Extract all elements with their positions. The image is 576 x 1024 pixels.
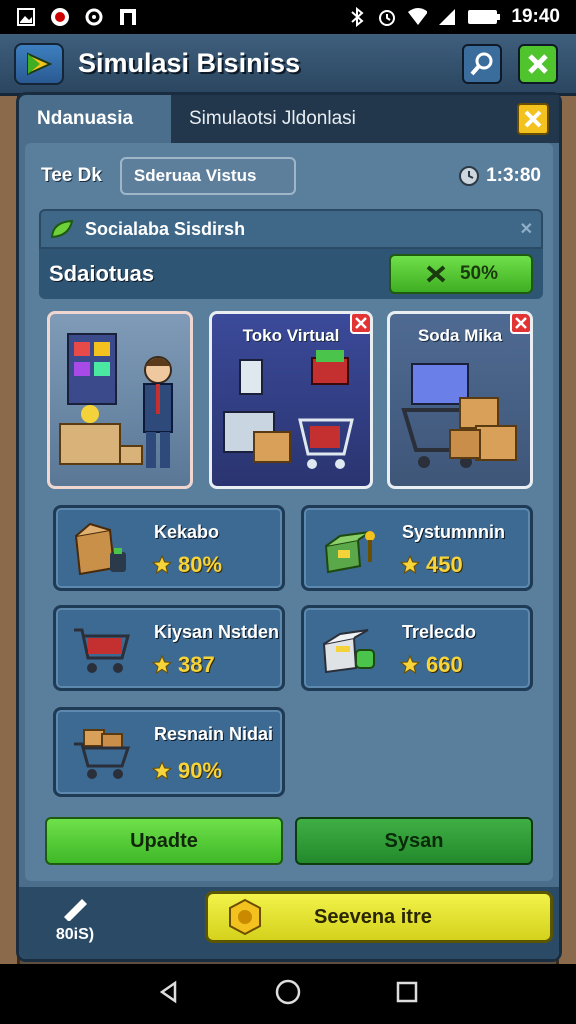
- card-title: Soda Mika: [417, 326, 503, 345]
- leaf-icon: [50, 219, 74, 239]
- star-icon: [400, 655, 420, 675]
- tile-title: Kekabo: [154, 522, 220, 542]
- close-icon: [355, 317, 367, 329]
- tile-value: 387: [152, 652, 215, 678]
- crate-icon: [322, 629, 375, 674]
- gallery-icon: [16, 7, 36, 27]
- main-action-button[interactable]: Seevena itre: [205, 891, 553, 943]
- update-button[interactable]: Upadte: [45, 817, 283, 865]
- tile-systumnnin[interactable]: Systumnnin 450: [301, 505, 533, 591]
- recents-icon[interactable]: [395, 980, 419, 1008]
- tab-simulasi[interactable]: Simulaotsi Jldonlasi: [171, 95, 559, 143]
- virtual-store-illustration: [223, 350, 354, 469]
- timer-value: 1:3:80: [486, 165, 541, 186]
- tile-value: 80%: [152, 552, 222, 578]
- package-icon: [324, 531, 375, 574]
- close-icon: [515, 317, 527, 329]
- close-icon: [524, 110, 542, 128]
- card-close-button[interactable]: [510, 314, 530, 334]
- tile-value-text: 450: [426, 552, 463, 577]
- tile-value-text: 387: [178, 652, 215, 677]
- app-title: Simulasi Bisiniss: [78, 48, 301, 78]
- main-panel: Ndanuasia Simulaotsi Jldonlasi Tee Dk Sd…: [16, 92, 562, 962]
- star-icon: [152, 655, 172, 675]
- signal-icon: [437, 7, 457, 27]
- businessman-illustration: [59, 333, 173, 468]
- tile-kiysan-nstden[interactable]: Kiysan Nstden 387: [53, 605, 285, 691]
- search-button[interactable]: [462, 44, 502, 84]
- panel-close-button[interactable]: [517, 103, 549, 135]
- tools-icon: [426, 265, 446, 283]
- dropdown-label: Socialaba Sisdirsh: [85, 218, 246, 239]
- toolbar-row: Tee Dk Sderuaa Vistus 1:3:80: [41, 155, 541, 197]
- tile-value-text: 80%: [178, 552, 223, 577]
- box-icon: [74, 522, 126, 576]
- content-area: Tee Dk Sderuaa Vistus 1:3:80 Socialaba S…: [25, 143, 553, 881]
- cart-with-boxes-icon: [74, 729, 131, 779]
- tile-title: Kiysan Nstden: [154, 622, 280, 642]
- sysan-button[interactable]: Sysan: [295, 817, 533, 865]
- pencil-icon: [64, 899, 87, 922]
- alarm-icon: [377, 7, 397, 27]
- stat-bar: Sdaiotuas 50%: [39, 249, 543, 299]
- home-icon[interactable]: [275, 979, 301, 1009]
- back-icon[interactable]: [157, 980, 181, 1008]
- clock-icon: [459, 166, 480, 186]
- tile-kekabo[interactable]: Kekabo 80%: [53, 505, 285, 591]
- bluetooth-icon: [347, 7, 367, 27]
- chevron-down-icon: ✕: [519, 221, 533, 238]
- stat-label: Sdaiotuas: [49, 261, 155, 286]
- tile-title: Trelecdo: [402, 622, 477, 642]
- boxes-cart-illustration: [401, 363, 517, 468]
- close-button[interactable]: [518, 44, 558, 84]
- tab-bar: Ndanuasia Simulaotsi Jldonlasi: [19, 95, 559, 143]
- tab-ndanuasia[interactable]: Ndanuasia: [19, 95, 171, 143]
- tile-value: 660: [400, 652, 463, 678]
- app-header: Simulasi Bisiniss: [0, 34, 576, 96]
- record-icon: [50, 7, 70, 27]
- footer-bar: 80iS) Seevena itre: [19, 887, 559, 959]
- main-action-label: Seevena itre: [314, 905, 432, 928]
- tile-value-text: 90%: [178, 758, 223, 783]
- coin-icon: [229, 898, 261, 936]
- tile-value: 450: [400, 552, 463, 578]
- settings-icon: [84, 7, 104, 27]
- toolbar-label: Tee Dk: [41, 165, 102, 186]
- footer-left-label: 80iS): [55, 926, 95, 943]
- search-field[interactable]: Sderuaa Vistus: [119, 157, 296, 195]
- tile-value-text: 660: [426, 652, 463, 677]
- star-icon: [152, 761, 172, 781]
- star-icon: [152, 555, 172, 575]
- card-soda-mika[interactable]: Soda Mika: [387, 311, 533, 489]
- card-close-button[interactable]: [350, 314, 370, 334]
- percent-value: 50%: [459, 263, 499, 284]
- card-toko-virtual[interactable]: Toko Virtual: [209, 311, 373, 489]
- tile-title: Resnain Nidai: [154, 724, 274, 744]
- footer-left[interactable]: 80iS): [45, 895, 105, 944]
- status-time: 19:40: [511, 6, 560, 27]
- tile-resnain-nidai[interactable]: Resnain Nidai 90%: [53, 707, 285, 797]
- category-dropdown[interactable]: Socialaba Sisdirsh ✕: [39, 209, 543, 249]
- tile-trelecdo[interactable]: Trelecdo 660: [301, 605, 533, 691]
- feature-cards: Toko Virtual Soda Mika: [47, 311, 533, 491]
- cart-icon: [74, 628, 130, 673]
- close-icon: [528, 54, 548, 74]
- status-bar: 19:40: [0, 0, 576, 34]
- search-icon: [470, 52, 493, 76]
- percent-button[interactable]: 50%: [389, 254, 533, 294]
- app-notification-icon: [118, 7, 138, 27]
- system-nav-bar: [0, 964, 576, 1024]
- timer-display: 1:3:80: [458, 165, 541, 187]
- app-logo: [14, 42, 64, 85]
- tile-value: 90%: [152, 758, 222, 784]
- card-business-owner[interactable]: [47, 311, 193, 489]
- wifi-icon: [407, 7, 428, 27]
- tile-title: Systumnnin: [402, 522, 506, 542]
- card-title: Toko Virtual: [242, 326, 340, 345]
- battery-icon: [467, 7, 501, 27]
- star-icon: [400, 555, 420, 575]
